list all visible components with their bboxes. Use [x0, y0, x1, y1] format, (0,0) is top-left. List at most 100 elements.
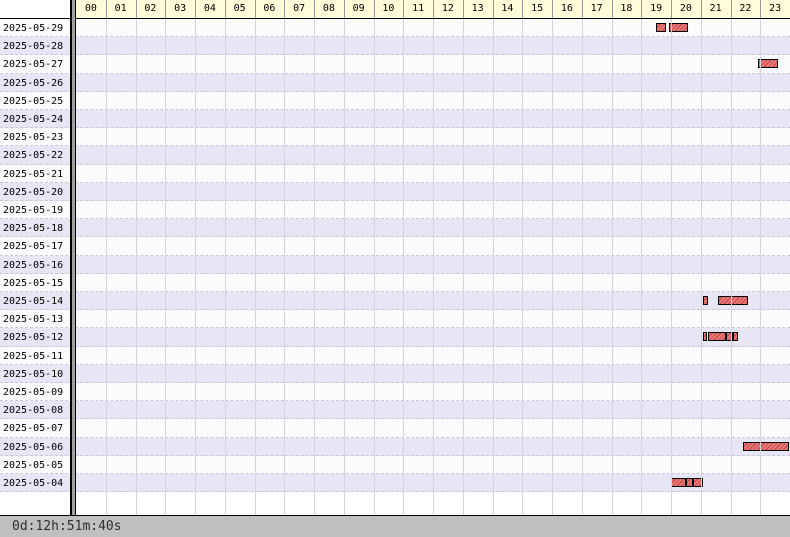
hour-header-18: 18 [620, 3, 633, 14]
row-date-label: 2025-05-09 [3, 387, 64, 398]
hour-header-05: 05 [233, 3, 246, 14]
session-bar[interactable] [671, 478, 686, 487]
hour-gridline [641, 19, 643, 515]
hour-gridline [195, 19, 196, 515]
row-date-label: 2025-05-20 [3, 186, 64, 198]
hour-gridline [700, 19, 702, 515]
hour-header-14: 14 [501, 3, 514, 14]
hour-gridline [403, 19, 405, 515]
row-date-label: 2025-05-10 [3, 368, 64, 380]
row-date-label: 2025-05-05 [3, 459, 64, 471]
hour-header: 00 01 02 03 04 05 06 07 08 09 10 11 12 13 14 15 16 17 18 19… [0, 0, 790, 19]
hour-header-divider [105, 0, 107, 18]
row-date-label: 2025-05-19 [3, 205, 64, 216]
session-bar[interactable] [742, 441, 790, 451]
hour-header-08: 08 [322, 3, 335, 14]
hour-gridline [492, 19, 494, 515]
hour-gridline [105, 19, 107, 515]
hour-header-divider [641, 0, 643, 18]
hour-header-16: 16 [560, 3, 573, 14]
row-date-label: 2025-05-06 [3, 441, 64, 453]
session-bar[interactable] [656, 23, 667, 32]
hour-header-10: 10 [382, 3, 395, 14]
hour-header-00: 00 [84, 3, 97, 14]
hour-header-divider [730, 0, 732, 18]
hour-gridline [254, 19, 256, 515]
hour-header-divider [224, 0, 226, 18]
hour-columns: 00 01 02 03 04 05 06 07 08 09 10 11 12 13 14 15 16 17 18 19… [76, 0, 790, 18]
hour-header-04: 04 [203, 3, 216, 14]
hour-header-23: 23 [769, 3, 782, 14]
hour-header-12: 12 [441, 3, 454, 14]
hour-header-divider [462, 0, 464, 18]
row-date-label: 2025-05-25 [3, 95, 64, 107]
hour-header-divider [671, 0, 672, 18]
hour-header-09: 09 [352, 3, 365, 14]
hour-header-divider [492, 0, 494, 18]
row-date-label: 2025-05-15 [3, 277, 64, 289]
hour-header-02: 02 [144, 3, 157, 14]
total-time: 0d:12h:51m:40s [12, 519, 122, 534]
row-date-label: 2025-05-24 [3, 114, 64, 125]
session-bar[interactable] [685, 478, 694, 487]
hour-header-07: 07 [293, 3, 306, 14]
session-bar[interactable] [725, 332, 733, 342]
hour-gridline [224, 19, 226, 515]
row-date-label: 2025-05-04 [3, 478, 64, 489]
hour-gridline [760, 19, 762, 515]
timeline-chart: 00 01 02 03 04 05 06 07 08 09 10 11 12 13 14 15 16 17 18 19… [0, 0, 790, 516]
hour-gridline [581, 19, 583, 515]
row-date-label: 2025-05-12 [3, 332, 64, 344]
hour-header-21: 21 [709, 3, 722, 14]
hour-gridline [343, 19, 345, 515]
hour-header-19: 19 [650, 3, 663, 14]
hour-gridline [135, 19, 137, 515]
hour-header-20: 20 [679, 3, 692, 14]
status-bar: 0d:12h:51m:40s [0, 516, 790, 537]
hour-header-22: 22 [739, 3, 752, 14]
hour-header-divider [195, 0, 196, 18]
hour-gridline [165, 19, 167, 515]
session-bar[interactable] [708, 332, 726, 342]
hour-gridline [522, 19, 524, 515]
row-date-label: 2025-05-29 [3, 23, 64, 34]
session-bar[interactable] [718, 296, 748, 305]
hour-header-divider [433, 0, 434, 18]
hour-header-divider [373, 0, 375, 18]
row-date-label: 2025-05-23 [3, 132, 64, 144]
hour-gridline [730, 19, 732, 515]
hour-gridline [611, 19, 613, 515]
hour-header-divider [700, 0, 702, 18]
session-bar[interactable] [703, 296, 709, 305]
row-date-label: 2025-05-18 [3, 223, 64, 235]
hour-header-11: 11 [412, 3, 425, 14]
hour-gridline [373, 19, 375, 515]
session-bar[interactable] [703, 332, 708, 342]
hour-header-15: 15 [531, 3, 544, 14]
hour-header-06: 06 [263, 3, 276, 14]
hour-gridline [671, 19, 672, 515]
hour-header-divider [284, 0, 286, 18]
hour-header-divider [760, 0, 762, 18]
row-date-label: 2025-05-11 [3, 350, 64, 362]
hour-header-divider [254, 0, 256, 18]
grid-left-border [75, 0, 76, 516]
hour-header-divider [522, 0, 524, 18]
hour-header-divider [343, 0, 345, 18]
hour-header-divider [403, 0, 405, 18]
hour-header-17: 17 [590, 3, 603, 14]
hour-header-divider [581, 0, 583, 18]
hour-header-divider [314, 0, 315, 18]
row-date-label: 2025-05-07 [3, 423, 64, 435]
row-date-label: 2025-05-08 [3, 405, 64, 417]
row-date-label: 2025-05-22 [3, 150, 64, 162]
hour-gridline [284, 19, 286, 515]
session-bar[interactable] [732, 332, 738, 342]
hour-header-divider [552, 0, 553, 18]
row-date-label: 2025-05-14 [3, 296, 64, 307]
row-date-label: 2025-05-26 [3, 77, 64, 89]
hour-header-divider [165, 0, 167, 18]
hour-header-divider [135, 0, 137, 18]
hour-gridline [314, 19, 315, 515]
hour-header-03: 03 [174, 3, 187, 14]
